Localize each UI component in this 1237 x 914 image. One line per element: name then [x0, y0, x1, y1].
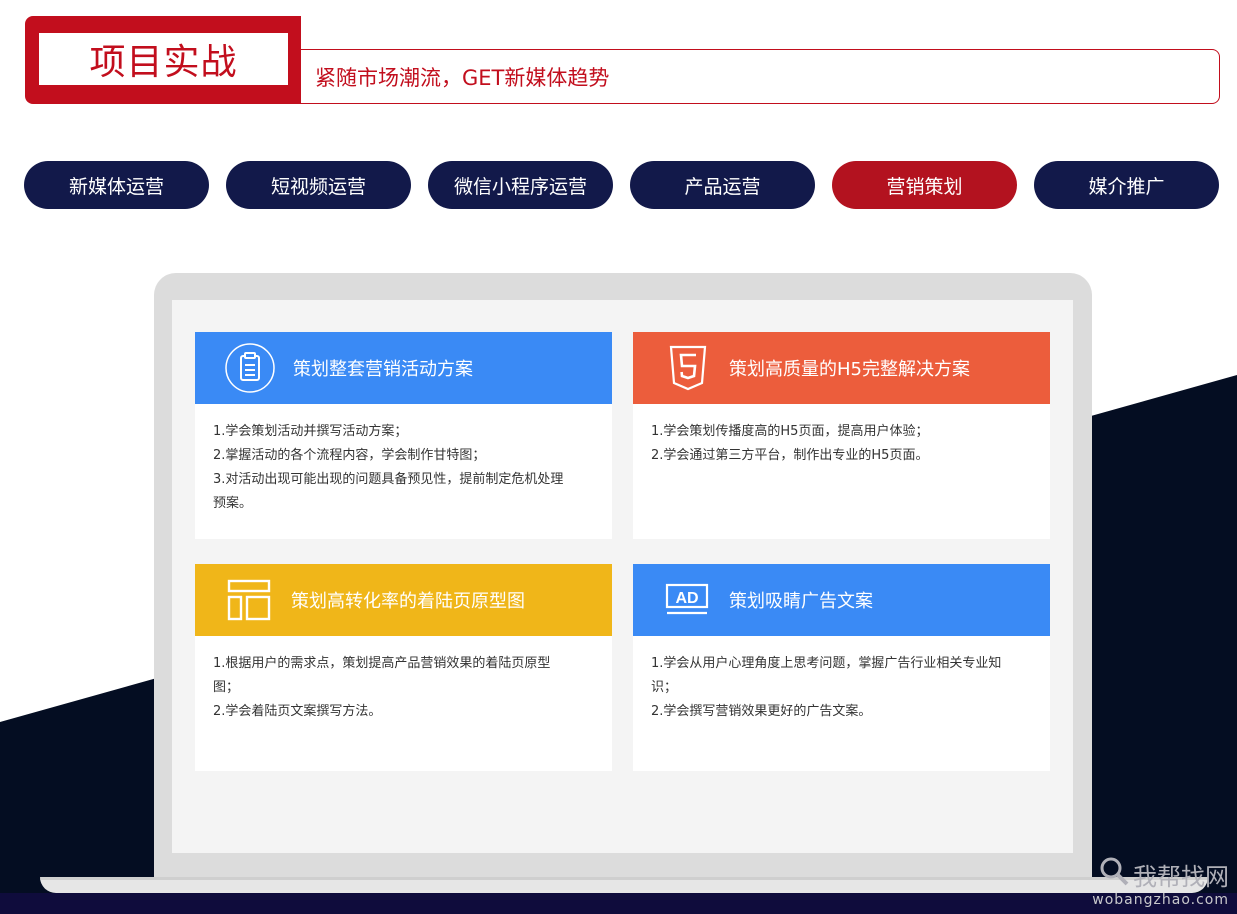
tab-product[interactable]: 产品运营 — [630, 161, 815, 209]
card-body: 1.学会策划活动并撰写活动方案； 2.掌握活动的各个流程内容，学会制作甘特图； … — [195, 404, 612, 516]
card-line: 2.学会通过第三方平台，制作出专业的H5页面。 — [651, 448, 929, 463]
card-line: 预案。 — [213, 496, 253, 511]
card-header: AD 策划吸睛广告文案 — [633, 564, 1050, 636]
card-line: 1.根据用户的需求点，策划提高产品营销效果的着陆页原型 — [213, 656, 551, 671]
card-line: 2.掌握活动的各个流程内容，学会制作甘特图； — [213, 448, 486, 463]
watermark: 我帮找网 wobangzhao.com — [1092, 856, 1229, 908]
card-line: 识； — [651, 680, 678, 695]
tab-mini-program[interactable]: 微信小程序运营 — [428, 161, 613, 209]
watermark-brand: 我帮找网 — [1133, 862, 1229, 891]
category-tabs: 新媒体运营 短视频运营 微信小程序运营 产品运营 营销策划 媒介推广 — [24, 161, 1220, 209]
card-title: 策划吸睛广告文案 — [729, 591, 873, 612]
card-title: 策划高质量的H5完整解决方案 — [729, 359, 970, 380]
svg-text:AD: AD — [675, 590, 698, 607]
tab-marketing[interactable]: 营销策划 — [832, 161, 1017, 209]
laptop-screen: 策划整套营销活动方案 1.学会策划活动并撰写活动方案； 2.掌握活动的各个流程内… — [172, 300, 1073, 853]
card-title: 策划整套营销活动方案 — [293, 359, 473, 380]
card-line: 图； — [213, 680, 240, 695]
card-title: 策划高转化率的着陆页原型图 — [291, 591, 525, 612]
bottom-bar — [0, 893, 1237, 914]
magnifier-icon — [1099, 856, 1129, 892]
watermark-url: wobangzhao.com — [1092, 892, 1229, 908]
section-title-box: 项目实战 — [25, 16, 301, 104]
card-body: 1.根据用户的需求点，策划提高产品营销效果的着陆页原型 图； 2.学会着陆页文案… — [195, 636, 612, 724]
card-body: 1.学会策划传播度高的H5页面，提高用户体验； 2.学会通过第三方平台，制作出专… — [633, 404, 1050, 468]
card-h5-solution: 策划高质量的H5完整解决方案 1.学会策划传播度高的H5页面，提高用户体验； 2… — [633, 332, 1050, 539]
laptop-base — [40, 877, 1208, 893]
tab-new-media[interactable]: 新媒体运营 — [24, 161, 209, 209]
laptop-frame: 策划整套营销活动方案 1.学会策划活动并撰写活动方案； 2.掌握活动的各个流程内… — [154, 273, 1092, 885]
tab-short-video[interactable]: 短视频运营 — [226, 161, 411, 209]
section-title: 项目实战 — [39, 33, 288, 85]
card-header: 策划整套营销活动方案 — [195, 332, 612, 404]
ad-icon: AD — [665, 573, 709, 627]
html5-icon — [667, 341, 709, 395]
card-header: 策划高质量的H5完整解决方案 — [633, 332, 1050, 404]
card-ad-copy: AD 策划吸睛广告文案 1.学会从用户心理角度上思考问题，掌握广告行业相关专业知… — [633, 564, 1050, 771]
section-subtitle: 紧随市场潮流，GET新媒体趋势 — [295, 49, 1220, 104]
card-header: 策划高转化率的着陆页原型图 — [195, 564, 612, 636]
card-line: 1.学会策划传播度高的H5页面，提高用户体验； — [651, 424, 929, 439]
card-line: 3.对活动出现可能出现的问题具备预见性，提前制定危机处理 — [213, 472, 564, 487]
card-line: 1.学会从用户心理角度上思考问题，掌握广告行业相关专业知 — [651, 656, 1002, 671]
card-body: 1.学会从用户心理角度上思考问题，掌握广告行业相关专业知 识； 2.学会撰写营销… — [633, 636, 1050, 724]
tab-media-promotion[interactable]: 媒介推广 — [1034, 161, 1219, 209]
card-line: 2.学会撰写营销效果更好的广告文案。 — [651, 704, 872, 719]
clipboard-icon — [223, 341, 277, 395]
card-landing-page: 策划高转化率的着陆页原型图 1.根据用户的需求点，策划提高产品营销效果的着陆页原… — [195, 564, 612, 771]
card-line: 2.学会着陆页文案撰写方法。 — [213, 704, 382, 719]
card-line: 1.学会策划活动并撰写活动方案； — [213, 424, 408, 439]
card-campaign-plan: 策划整套营销活动方案 1.学会策划活动并撰写活动方案； 2.掌握活动的各个流程内… — [195, 332, 612, 539]
layout-icon — [227, 573, 271, 627]
